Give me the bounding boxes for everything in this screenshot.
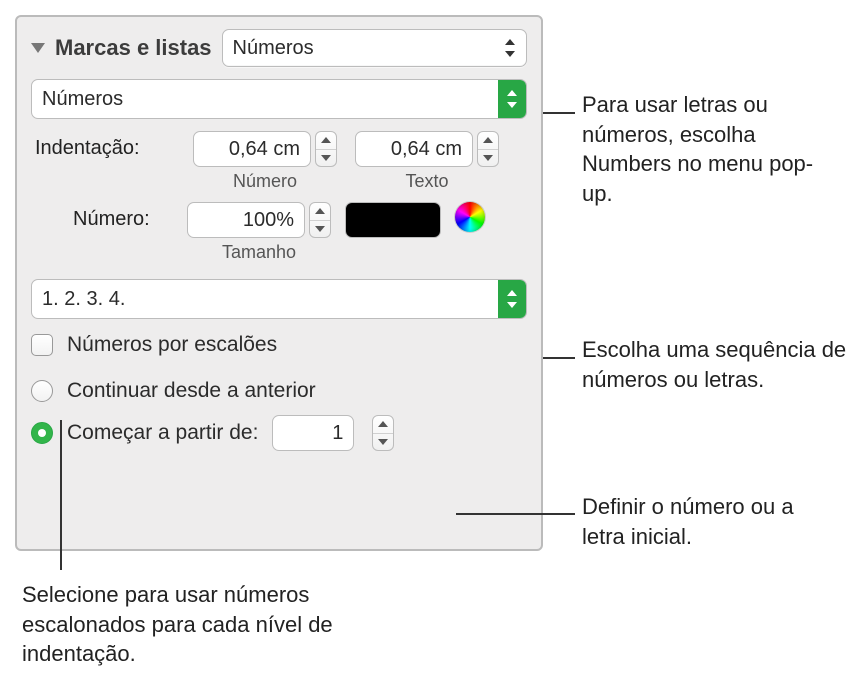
start-from-radio[interactable] — [31, 422, 53, 444]
callout-startfrom: Definir o número ou a letra inicial. — [582, 492, 840, 551]
stepper-down-icon[interactable] — [373, 434, 393, 451]
start-from-stepper[interactable] — [372, 415, 394, 451]
callout-line — [543, 112, 575, 114]
list-style-popup[interactable]: Números — [31, 79, 527, 119]
number-size-caption: Tamanho — [222, 242, 296, 263]
callout-line — [456, 513, 575, 515]
disclosure-triangle-icon[interactable] — [31, 43, 45, 53]
callout-tiered: Selecione para usar números escalonados … — [22, 580, 362, 669]
bullets-lists-panel: Marcas e listas Números Números Indentaç… — [15, 15, 543, 551]
number-sequence-label: 1. 2. 3. 4. — [42, 288, 498, 311]
indent-number-block: Número — [193, 131, 337, 192]
list-type-popup[interactable]: Números — [222, 29, 527, 67]
continue-previous-label: Continuar desde a anterior — [67, 379, 316, 403]
continue-previous-radio[interactable] — [31, 380, 53, 402]
stepper-down-icon[interactable] — [310, 221, 330, 238]
number-size-stepper[interactable] — [309, 202, 331, 238]
start-from-row: Começar a partir de: — [31, 415, 527, 451]
number-size-group — [187, 202, 331, 238]
number-size-field[interactable] — [187, 202, 305, 238]
number-size-label: Número: — [73, 202, 173, 231]
section-title: Marcas e listas — [55, 35, 212, 61]
stepper-up-icon[interactable] — [310, 203, 330, 221]
number-row: Número: Tamanho — [31, 202, 527, 263]
start-from-field[interactable] — [272, 415, 354, 451]
indent-number-stepper[interactable] — [315, 131, 337, 167]
list-type-popup-label: Números — [233, 37, 504, 60]
indent-text-block: Texto — [355, 131, 499, 192]
list-style-label: Números — [42, 88, 498, 111]
stepper-up-icon[interactable] — [373, 416, 393, 434]
number-sequence-popup[interactable]: 1. 2. 3. 4. — [31, 279, 527, 319]
stepper-down-icon[interactable] — [316, 150, 336, 167]
tiered-numbers-label: Números por escalões — [67, 333, 277, 357]
start-from-label: Começar a partir de: — [67, 421, 258, 445]
indent-text-stepper[interactable] — [477, 131, 499, 167]
indent-text-group — [355, 131, 499, 167]
tiered-numbers-checkbox[interactable] — [31, 334, 53, 356]
indent-label: Indentação: — [35, 131, 175, 160]
color-wheel-icon[interactable] — [455, 202, 485, 232]
number-size-block: Tamanho — [187, 202, 331, 263]
stepper-down-icon[interactable] — [478, 150, 498, 167]
tiered-numbers-row: Números por escalões — [31, 333, 527, 357]
section-header: Marcas e listas Números — [31, 29, 527, 67]
stepper-up-icon[interactable] — [316, 132, 336, 150]
callout-line — [60, 420, 62, 570]
popup-cap — [498, 280, 526, 318]
indent-text-caption: Texto — [405, 171, 448, 192]
callout-line — [543, 357, 575, 359]
number-color-well[interactable] — [345, 202, 441, 238]
indent-row: Indentação: Número Texto — [31, 131, 527, 192]
callout-style: Para usar letras ou números, escolha Num… — [582, 90, 842, 209]
callout-sequence: Escolha uma sequência de números ou letr… — [582, 335, 852, 394]
indent-number-group — [193, 131, 337, 167]
indent-text-field[interactable] — [355, 131, 473, 167]
indent-number-field[interactable] — [193, 131, 311, 167]
popup-cap — [498, 80, 526, 118]
stepper-up-icon[interactable] — [478, 132, 498, 150]
indent-number-caption: Número — [233, 171, 297, 192]
continue-previous-row: Continuar desde a anterior — [31, 379, 527, 403]
options-block: Números por escalões Continuar desde a a… — [31, 333, 527, 451]
